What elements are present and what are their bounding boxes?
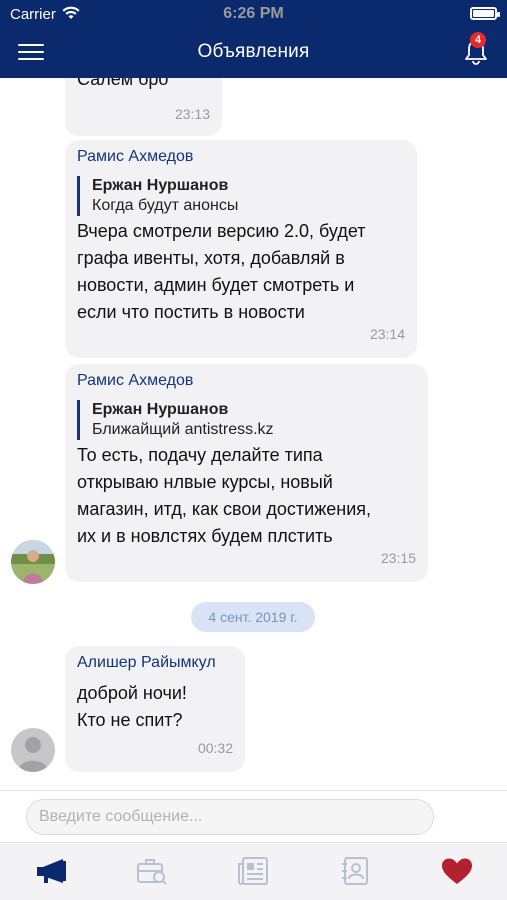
quote-author: Ержан Нуршанов xyxy=(92,401,229,418)
message-time: 23:14 xyxy=(369,326,405,342)
message-time: 23:13 xyxy=(174,106,210,122)
tab-announcements-megaphone-icon[interactable] xyxy=(34,856,68,886)
message-bubble[interactable]: Алишер Райымкул доброй ночи! Кто не спит… xyxy=(65,646,245,772)
sender-avatar-placeholder[interactable] xyxy=(11,728,55,772)
message-bubble[interactable]: Салем бро 23:13 xyxy=(65,78,222,136)
default-user-icon xyxy=(11,728,55,772)
tab-favorites-heart-icon[interactable] xyxy=(440,856,474,886)
quote-text: Ближайщий antistress.kz xyxy=(92,421,274,438)
battery-icon xyxy=(470,7,500,20)
message-composer xyxy=(0,790,507,842)
date-separator: 4 сент. 2019 г. xyxy=(191,602,315,632)
message-time: 00:32 xyxy=(197,740,233,756)
navigation-bar: Объявления 4 xyxy=(0,28,507,78)
reply-quote[interactable]: Ержан Нуршанов Когда будут анонсы xyxy=(77,176,238,216)
tab-jobs-briefcase-search-icon[interactable] xyxy=(135,856,169,886)
quote-author: Ержан Нуршанов xyxy=(92,177,229,194)
message-bubble[interactable]: Рамис Ахмедов Ержан Нуршанов Ближайщий a… xyxy=(65,364,428,582)
tab-news-newspaper-icon[interactable] xyxy=(237,856,271,886)
chat-thread[interactable]: Салем бро 23:13 Рамис Ахмедов Ержан Нурш… xyxy=(0,78,507,790)
message-bubble[interactable]: Рамис Ахмедов Ержан Нуршанов Когда будут… xyxy=(65,140,417,358)
message-text: То есть, подачу делайте типа открываю нл… xyxy=(77,445,372,546)
message-input[interactable] xyxy=(26,799,434,835)
tab-contacts-book-icon[interactable] xyxy=(338,856,372,886)
message-text: Салем бро xyxy=(77,78,169,89)
message-text: Вчера смотрели версию 2.0, будет графа и… xyxy=(77,221,366,322)
tab-bar xyxy=(0,842,507,900)
quote-text: Когда будут анонсы xyxy=(92,197,239,214)
message-sender: Рамис Ахмедов xyxy=(77,148,194,165)
status-time: 6:26 PM xyxy=(223,5,284,22)
notification-badge: 4 xyxy=(470,32,486,48)
sender-avatar[interactable] xyxy=(11,540,55,584)
avatar-photo xyxy=(11,540,55,584)
status-bar: Carrier 6:26 PM xyxy=(0,0,507,28)
message-sender: Алишер Райымкул xyxy=(77,654,216,671)
message-text: доброй ночи! Кто не спит? xyxy=(77,683,187,730)
message-sender: Рамис Ахмедов xyxy=(77,372,194,389)
page-title: Объявления xyxy=(197,41,310,62)
message-time: 23:15 xyxy=(380,550,416,566)
top-bar: Carrier 6:26 PM Объявления 4 xyxy=(0,0,507,78)
reply-quote[interactable]: Ержан Нуршанов Ближайщий antistress.kz xyxy=(77,400,274,440)
